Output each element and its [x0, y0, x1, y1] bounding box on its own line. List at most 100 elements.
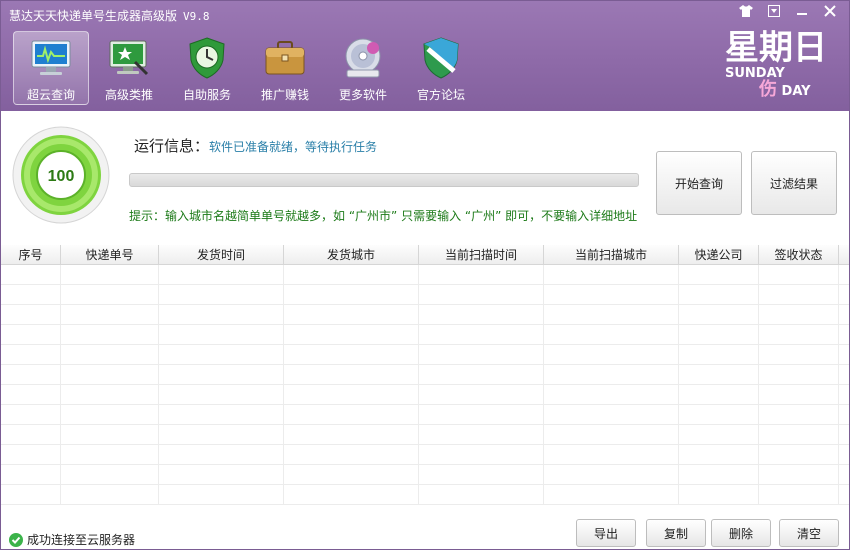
day-english: SUNDAY: [725, 66, 785, 81]
table-cell: [759, 445, 839, 465]
table-cell: [1, 305, 61, 325]
table-cell: [759, 365, 839, 385]
column-header[interactable]: 发货时间: [159, 245, 284, 265]
table-row[interactable]: [1, 465, 849, 485]
tool-label: 高级类推: [104, 88, 153, 102]
table-row[interactable]: [1, 405, 849, 425]
table-row[interactable]: [1, 325, 849, 345]
tool-label: 官方论坛: [416, 88, 465, 102]
copy-button[interactable]: 复制: [646, 519, 706, 547]
table-cell: [544, 485, 679, 505]
filter-results-button[interactable]: 过滤结果: [751, 151, 837, 215]
connection-text: 成功连接至云服务器: [27, 533, 136, 547]
dropdown-icon[interactable]: [761, 3, 787, 23]
tool-label: 更多软件: [338, 88, 387, 102]
table-cell: [759, 425, 839, 445]
info-panel: 100 运行信息：软件已准备就绪，等待执行任务 提示：输入城市名越简单单号就越多…: [1, 111, 849, 239]
table-cell: [61, 445, 159, 465]
day-chinese: 星期日: [725, 28, 827, 68]
table-cell: [544, 385, 679, 405]
table-row[interactable]: [1, 445, 849, 465]
tool-self-service[interactable]: 自助服务: [169, 31, 245, 105]
check-icon: [9, 532, 23, 547]
table-cell: [284, 405, 419, 425]
shirt-icon[interactable]: [733, 3, 759, 23]
table-row[interactable]: [1, 305, 849, 325]
table-cell: [159, 385, 284, 405]
table-cell: [284, 425, 419, 445]
clock-shield-icon: [189, 37, 225, 79]
day-pink-char: 伤: [759, 79, 777, 100]
tool-advanced-infer[interactable]: 高级类推: [91, 31, 167, 105]
column-header[interactable]: 快递单号: [61, 245, 159, 265]
start-query-button[interactable]: 开始查询: [656, 151, 742, 215]
table-cell: [419, 425, 544, 445]
run-info: 运行信息：软件已准备就绪，等待执行任务: [134, 135, 377, 156]
export-button[interactable]: 导出: [576, 519, 636, 547]
table-cell: [284, 305, 419, 325]
table-row[interactable]: [1, 365, 849, 385]
results-table: 序号 快递单号 发货时间 发货城市 当前扫描时间 当前扫描城市 快递公司 签收状态: [1, 245, 849, 515]
column-header[interactable]: 发货城市: [284, 245, 419, 265]
table-cell: [1, 265, 61, 285]
table-cell: [419, 465, 544, 485]
table-cell: [544, 365, 679, 385]
table-cell: [759, 285, 839, 305]
column-header[interactable]: 当前扫描时间: [419, 245, 544, 265]
table-cell: [159, 305, 284, 325]
table-cell: [759, 405, 839, 425]
table-cell: [159, 345, 284, 365]
tool-label: 超云查询: [26, 88, 75, 102]
table-cell: [1, 405, 61, 425]
header-bar: 慧达天天快递单号生成器高级版 V9.8 超云查询 高级类推 自助服务 推广赚钱 …: [1, 1, 849, 111]
window-title: 慧达天天快递单号生成器高级版 V9.8: [9, 7, 210, 24]
table-cell: [1, 345, 61, 365]
delete-button[interactable]: 删除: [711, 519, 771, 547]
table-cell: [61, 465, 159, 485]
table-cell: [1, 485, 61, 505]
tool-cloud-query[interactable]: 超云查询: [13, 31, 89, 105]
table-cell: [419, 365, 544, 385]
table-cell: [759, 485, 839, 505]
column-header[interactable]: 序号: [1, 245, 61, 265]
shield-icon: [423, 37, 459, 79]
table-cell: [61, 425, 159, 445]
column-header[interactable]: 当前扫描城市: [544, 245, 679, 265]
table-cell: [679, 405, 759, 425]
close-icon[interactable]: [817, 3, 843, 23]
tool-official-forum[interactable]: 官方论坛: [403, 31, 479, 105]
tool-promote-earn[interactable]: 推广赚钱: [247, 31, 323, 105]
tool-more-software[interactable]: 更多软件: [325, 31, 401, 105]
table-row[interactable]: [1, 385, 849, 405]
table-cell: [544, 285, 679, 305]
minimize-icon[interactable]: [789, 3, 815, 23]
table-cell: [679, 265, 759, 285]
table-row[interactable]: [1, 485, 849, 505]
table-cell: [159, 285, 284, 305]
table-row[interactable]: [1, 345, 849, 365]
table-cell: [159, 445, 284, 465]
table-cell: [759, 265, 839, 285]
column-header[interactable]: 快递公司: [679, 245, 759, 265]
table-cell: [284, 285, 419, 305]
table-cell: [419, 405, 544, 425]
table-cell: [284, 345, 419, 365]
table-cell: [1, 365, 61, 385]
table-cell: [284, 365, 419, 385]
table-cell: [284, 325, 419, 345]
table-cell: [544, 465, 679, 485]
table-cell: [544, 345, 679, 365]
table-cell: [61, 265, 159, 285]
table-cell: [61, 345, 159, 365]
table-cell: [284, 385, 419, 405]
table-cell: [419, 385, 544, 405]
table-row[interactable]: [1, 265, 849, 285]
clear-button[interactable]: 清空: [779, 519, 839, 547]
column-header[interactable]: 签收状态: [759, 245, 839, 265]
table-body[interactable]: [1, 265, 849, 505]
table-cell: [159, 405, 284, 425]
table-row[interactable]: [1, 285, 849, 305]
table-row[interactable]: [1, 425, 849, 445]
score-value: 100: [48, 168, 75, 185]
table-cell: [1, 465, 61, 485]
